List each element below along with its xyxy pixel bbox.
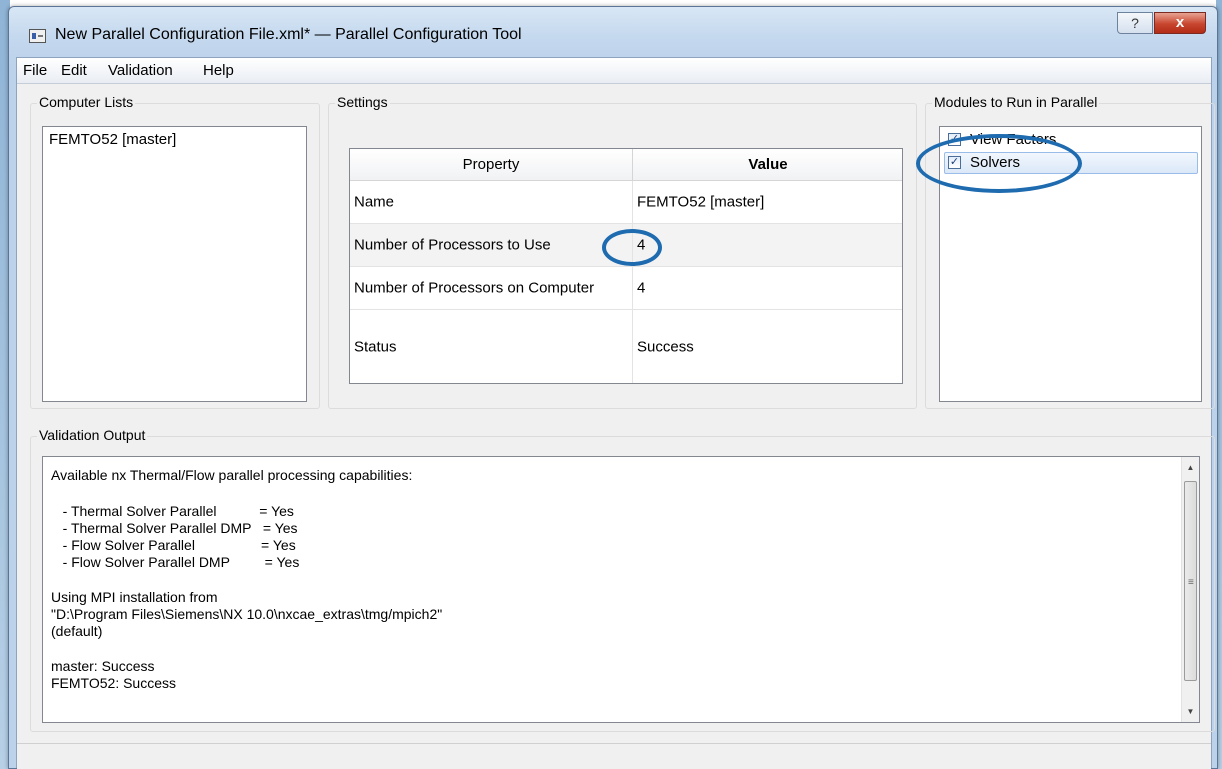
output-line: master: Success (51, 658, 155, 674)
grip-icon: ≡ (1188, 577, 1194, 588)
value-cell[interactable]: 4 (637, 237, 645, 254)
output-line: - Flow Solver Parallel DMP = Yes (51, 554, 300, 570)
validation-output-text[interactable]: Available nx Thermal/Flow parallel proce… (42, 456, 1200, 723)
checkbox-checked-icon[interactable]: ✓ (948, 156, 961, 169)
computer-lists-label: Computer Lists (37, 94, 136, 110)
module-label: View Factors (970, 131, 1057, 148)
modules-list[interactable]: ✓ View Factors ✓ Solvers (939, 126, 1202, 402)
module-item-solvers[interactable]: ✓ Solvers (944, 152, 1198, 174)
output-line: (default) (51, 623, 103, 639)
status-bar (17, 743, 1211, 769)
property-cell: Number of Processors to Use (354, 236, 551, 254)
computer-list[interactable]: FEMTO52 [master] (42, 126, 307, 402)
module-item-view-factors[interactable]: ✓ View Factors (944, 129, 1198, 151)
output-line: FEMTO52: Success (51, 675, 177, 691)
settings-table: Property Value Name FEMTO52 [master] Num… (349, 148, 903, 384)
table-header: Property Value (350, 149, 902, 181)
settings-label: Settings (335, 94, 390, 110)
vertical-scrollbar[interactable]: ▲ ≡ ▼ (1181, 457, 1199, 722)
value-cell[interactable]: Success (637, 338, 694, 355)
modules-group: Modules to Run in Parallel ✓ View Factor… (925, 94, 1215, 409)
close-button[interactable]: x (1154, 12, 1206, 34)
help-button[interactable]: ? (1117, 12, 1153, 34)
scroll-up-arrow-icon[interactable]: ▲ (1182, 459, 1199, 476)
property-cell: Number of Processors on Computer (354, 279, 595, 297)
menu-edit[interactable]: Edit (61, 62, 87, 79)
app-window-icon[interactable] (29, 29, 46, 43)
column-header-property[interactable]: Property (350, 156, 632, 173)
header-divider (632, 149, 633, 180)
scroll-down-arrow-icon[interactable]: ▼ (1182, 703, 1199, 720)
table-row[interactable]: Name FEMTO52 [master] (350, 181, 902, 224)
menu-validation[interactable]: Validation (108, 62, 173, 79)
client-area: File Edit Validation Help Computer Lists… (16, 57, 1215, 769)
output-line: - Thermal Solver Parallel DMP = Yes (51, 520, 298, 536)
table-row[interactable]: Number of Processors on Computer 4 (350, 267, 902, 310)
scroll-thumb[interactable]: ≡ (1184, 481, 1197, 681)
computer-lists-group: Computer Lists FEMTO52 [master] (30, 94, 320, 409)
property-cell: Name (354, 193, 395, 211)
column-divider (632, 181, 633, 223)
column-divider (632, 224, 633, 266)
property-cell: Status (354, 338, 397, 355)
table-row[interactable]: Number of Processors to Use 4 (350, 224, 902, 267)
column-divider (632, 267, 633, 309)
computer-list-item[interactable]: FEMTO52 [master] (49, 131, 176, 148)
validation-output-label: Validation Output (37, 427, 148, 443)
window-title: New Parallel Configuration File.xml* — P… (55, 26, 522, 43)
output-line: - Thermal Solver Parallel = Yes (51, 503, 294, 519)
menu-help[interactable]: Help (203, 62, 234, 79)
modules-label: Modules to Run in Parallel (932, 94, 1100, 110)
output-line: "D:\Program Files\Siemens\NX 10.0\nxcae_… (51, 606, 443, 622)
title-bar[interactable]: New Parallel Configuration File.xml* — P… (9, 7, 1217, 57)
menu-file[interactable]: File (23, 62, 47, 79)
menu-bar: File Edit Validation Help (17, 58, 1211, 84)
value-cell[interactable]: 4 (637, 280, 645, 297)
module-label: Solvers (970, 154, 1021, 171)
column-divider (632, 310, 633, 383)
output-line: - Flow Solver Parallel = Yes (51, 537, 296, 553)
table-row[interactable]: Status Success (350, 310, 902, 383)
app-window: New Parallel Configuration File.xml* — P… (8, 6, 1218, 769)
column-header-value[interactable]: Value (632, 156, 904, 173)
value-cell[interactable]: FEMTO52 [master] (637, 194, 764, 211)
output-line: Using MPI installation from (51, 589, 218, 605)
output-line: Available nx Thermal/Flow parallel proce… (51, 467, 413, 483)
checkbox-checked-icon[interactable]: ✓ (948, 133, 961, 146)
